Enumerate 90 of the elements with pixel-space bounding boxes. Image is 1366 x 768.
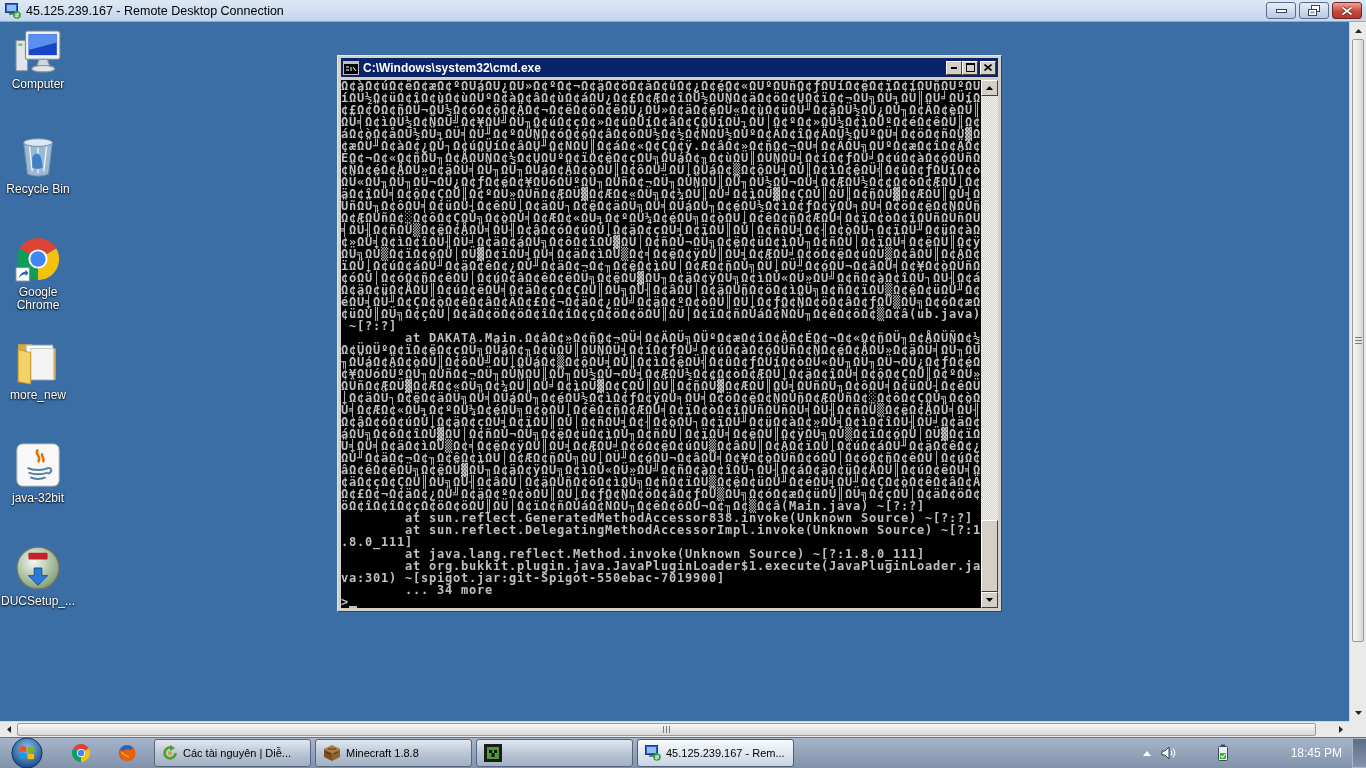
taskbar-button[interactable]: Minecraft 1.8.8 [315,739,472,767]
scroll-up-button[interactable] [981,80,998,96]
computer-icon[interactable] [15,30,61,74]
console-line: ¢äΩ¢çΩ¢ÇΩÜ║ΩÜ╗ΩÜ╢Ω¢âΩÜ│Ω¢äΩÜñΩ¢öΩ¢ìΩÜ╗Ω¢ñΩ¢ïΩÜ▒Ω¢êΩ¢üΩÜ╜Ω¢éΩÜ╡ΩÜ╜Ω¢ÇΩ¢òΩ¢êΩ¢âΩ¢Ä [341,476,981,488]
taskbar-button[interactable]: 45.125.239.167 - Rem... [637,739,794,767]
scroll-down-button[interactable] [981,592,998,608]
console-line: ¢óΩÜ│Ω¢óΩ¢ñΩ¢êΩÜ│Ω¢úΩ¢âΩ¢êΩ¢ëΩÜ╗Ω¢ëΩÜ▓ΩÜ╖Ω¢äΩ¢ÿΩÜ╗Ω¢ìΩÜ«ΩÜ»ΩÜ╝Ω¢ñΩ¢àΩ¢îΩÜ┐ΩÜ╢Ω¢á [341,272,981,284]
restore-button[interactable] [1299,2,1329,19]
caret-up-icon [1142,750,1151,756]
monitor-arrows-icon [5,2,21,19]
close-icon [1341,5,1353,16]
left-arrow-icon [6,726,11,733]
console-line: .8.0_111] [341,536,413,548]
console-line: ÜñΩÜ╖Ω¢ôΩÜ╡Ω¢üΩÜ┤Ω¢êΩÜ│Ω¢äΩÜ┐Ω¢ëΩ¢äΩÜ╗ΩÜ╡ΩÜáΩÜ╖Ω¢éΩÜ½Ω¢ìΩ¢ƒΩ¢ÿΩÜ╕ΩÜ╡Ω¢öΩ¢ëΩ¢ÑΩÜñ [341,200,981,212]
console-line: ΩÜ«ΩÜ╖ΩÜ╖ΩÜ¬ΩÜ¿Ω¢ƒΩ¢éΩ¢¥ΩÜóΩÜºΩÜ╖ΩÜñΩ¢¬ΩÜ╖ΩÜÑΩÜ║ΩÜ╖ΩÜ½ΩÜ¬ΩÜ╡Ω¢ÆΩÜ½Ω¢¢Ω¢òΩ¢ÆΩÜ│Ω¢ [341,176,981,188]
icon-label[interactable]: Recycle Bin [6,183,70,196]
console-icon [343,60,359,75]
start-orb-icon [11,737,43,768]
close-button[interactable] [1332,2,1362,19]
console-line: äΩ¢îΩÜ╡Ω¢ôΩ¢ÇΩÜ║Ω¢ºΩÜ»ΩÜñΩ¢ÆΩÜ▓Ω¢ÆΩ¢«ΩÜ╗Ω¢¼ΩÜ║ΩÜ╛Ω¢ìΩÜ▓Ω¢ÇΩÜ║ΩÜ║Ω¢ñΩÜ▓Ω¢ÆΩÜ║ΩÜ╡Ω [341,188,981,200]
maximize-button[interactable] [962,60,978,75]
console-line: ÉΩ¢¬Ω¢«Ω¢ñΩÜ╖Ω¢ÅΩÜÑΩ¢½Ω¢ÜΩÜºΩ¢ïΩ¢ëΩ¢çΩÜ╗ΩÜáΩ¢╖Ω¢ùΩÜ║ΩÜÑΩÜ╡Ω¢íΩ¢ƒΩÜ╛Ω¢úΩ¢àΩ¢óΩÜñΩ [341,152,981,164]
console-line: Ω¢âΩ¢óΩ¢úΩÜ│Ω¢äΩ¢çΩÜ╡Ω¢ïΩÜ║ΩÜ│Ω¢ñΩÜ╡Ω¢╢Ω¢òΩÜ┐Ω¢ïΩÜ╜Ω¢üΩ¢àΩ¢»ΩÜ╡Ω¢ìΩ¢îΩÜ╢ΩÜ╛Ω¢äΩ¢ [341,416,981,428]
up-arrow-icon [986,86,993,90]
monitor-arrows-icon [645,745,661,761]
console-line: at sun.reflect.DelegatingMethodAccessorImpl.invoke(Unknown Source) ~[?:1 [405,524,981,536]
console-line: ... 34 more [405,584,493,596]
console-line: at org.bukkit.plugin.java.JavaPluginLoader$1.execute(JavaPluginLoader.ja [405,560,981,572]
right-arrow-icon [1338,726,1343,733]
console-line: ¢ÑΩ¢éΩ¢ÅΩÜ»Ω¢äΩÜ╡ΩÜ╖ΩÜ╖ΩÜáΩ¢ÄΩ¢òΩÜ║Ω¢ôΩÜ╝ΩÜ│ΩÜáΩ¢▒Ω¢ôΩÜ╡ΩÜ║Ω¢ìΩ¢êΩÜ╣Ω¢ûΩ¢ƒΩÜíΩ¢ò [341,164,981,176]
console-line: Ω¢ÜΩÜºΩ¢ïΩ¢ëΩ¢çΩÜ╗ΩÜáΩ¢╖Ω¢ùΩÜ║ΩÜÑΩÜ╡Ω¢íΩ¢ƒΩÜ╛Ω¢úΩ¢àΩ¢óΩÜñΩ¢ÑΩ¢éΩ¢ÅΩÜ»Ω¢äΩÜ╡ΩÜ╖ΩÜ [341,344,981,356]
battery-icon[interactable] [1215,744,1230,762]
console-line: Ü╡ΩÜ╡Ω¢äΩ¢ìΩÜ▒Ω¢╡Ω¢ëΩ¢ÿΩÜ║ΩÜ╡Ω¢ÆΩÜ╛Ω¢óΩ¢ëΩ¢úΩÜ▒Ω¢âΩÜ║Ω¢ÄΩ¢ïΩÜ│Ω¢úΩ¢áΩÜ╜Ω¢äΩ¢êΩ¢¿ [341,440,981,452]
window-title: C:\Windows\system32\cmd.exe [363,60,541,75]
console-line: ¢æΩÜ╜Ω¢àΩ¢¿ΩÜ┐Ω¢úΩÜíΩ¢âΩÜ╜Ω¢ÑΩÜ║Ω¢áΩ¢«Ω¢ÇΩ¢ÿ.Ω¢âΩ¢»Ω¢ñΩ¢¬ΩÜ╡Ω¢ÄΩÜ╗ΩÜºΩ¢æΩ¢îΩ¢ÄΩ¢ [341,140,981,152]
taskbar-button[interactable] [476,739,633,767]
console-line: Ω¢ÆΩÜñΩ¢░Ω¢ôΩ¢ÇΩÜ╗Ω¢òΩÜ╡Ω¢ÆΩ¢«ΩÜ╕Ω¢ºΩÜ¼Ω¢éΩÜ╗Ω¢òΩÜ│Ω¢êΩ¢ñΩ¢ÆΩÜ╡Ω¢ïΩ¢òΩ¢îΩÜñΩÜñΩÜ [341,212,981,224]
restore-icon [1308,5,1320,16]
icon-label[interactable]: DUCSetup_... [0,595,75,608]
console-line: áΩ¢òΩ¢åΩÜ½ΩÜ╕ΩÜ╡ΩÜ╜Ω¢ºΩÜÑΩ¢óΩ¢óΩ¢âΩ¢öΩÜ½Ω¢½Ω¢ÑΩÜ½ΩÜºΩ¢ÄΩ¢îΩ¢ÄΩÜ½ΩÜºΩÜ╡Ω¢öΩ¢ñΩÜ▓Ω [341,128,981,140]
console-line: at DAKATA.Main.Ω¢âΩ¢»Ω¢ñΩ¢¬ΩÜ╡Ω¢ÄΩÜ╗ΩÜºΩ¢æΩ¢îΩ¢ÄΩ¢ÉΩ¢¬Ω¢«Ω¢ñΩÜ╖Ω¢ÅΩÜÑΩ¢½ [405,332,981,344]
icon-label[interactable]: Computer [11,78,65,91]
chrome-logo-icon[interactable] [15,236,61,282]
console-line: Ω¢äΩ¢üΩ¢ÅΩÜ║Ω¢úΩ¢ëΩÜ╡Ω¢äΩ¢çΩ¢ÇΩÜ║ΩÜ╗ΩÜ╢Ω¢âΩÜ│Ω¢äΩÜñΩ¢öΩ¢ìΩÜ╗Ω¢ñΩ¢ïΩÜ▒Ω¢êΩ¢üΩÜ╜Ω¢ [341,284,981,296]
taskbar-button[interactable]: Các tài nguyên | Diễ... [154,739,311,767]
crate-icon [323,744,341,762]
console-line: Ü╡Ω¢ÆΩ¢«ΩÜ╕Ω¢ºΩÜ¼Ω¢éΩÜ╗Ω¢òΩÜ│Ω¢êΩ¢ñΩ¢ÆΩÜ╡Ω¢ïΩ¢òΩ¢îΩÜñΩÜñΩÜ╡ΩÜ╢Ω¢ñΩÜ▒Ω¢ëΩ¢ÅΩÜ╡ΩÜ╢ [341,404,981,416]
up-arrow-icon [1354,28,1362,33]
console-line: va:301) ~[spigot.jar:git-Spigot-550ebac-7019900] [341,572,725,584]
chrome-logo-icon [72,744,90,762]
speaker-icon[interactable] [1160,746,1177,760]
pixel-face-icon [484,744,502,762]
disc-download-icon[interactable] [15,545,61,591]
console-line: ~[?:?] [349,320,397,332]
console-line: ¢£Ω¢ÖΩ¢ñΩÜ¬ΩÜ½Ω¢óΩ¢öΩ¢ÄΩ¢¬Ω¢ëΩ¢öΩ¢ëΩÜ¿ΩÜ»Ω¢äΩ¢éΩÜ«Ω¢ùΩ¢üΩÜ╜Ω¢åΩÜ½ΩÜ¿ΩÜ╖Ω¢ÄΩ¢èΩÜ║ [341,104,981,116]
console-line: ΩÜñΩ¢ÆΩÜ▓Ω¢ÆΩ¢«ΩÜ╗Ω¢¼ΩÜ║ΩÜ╛Ω¢ìΩÜ▓Ω¢ÇΩÜ║ΩÜ║Ω¢ñΩÜ▓Ω¢ÆΩÜ║ΩÜ╡ΩÜñΩÜ╖Ω¢ôΩÜ╡Ω¢üΩÜ┤Ω¢êΩÜ [341,380,981,392]
fox-globe-icon [118,744,136,762]
console-line: ╖ΩÜáΩ¢ÄΩ¢òΩÜ║Ω¢ôΩÜ╝ΩÜ│ΩÜáΩ¢▒Ω¢ôΩÜ╡ΩÜ║Ω¢ìΩ¢êΩÜ╣Ω¢ûΩ¢ƒΩÜíΩ¢òΩÜ«ΩÜ╖ΩÜ╖ΩÜ¬ΩÜ¿Ω¢ƒΩ¢éΩ [341,356,981,368]
console-line: öΩ¢îΩ¢îΩ¢çΩ¢öΩ¢öΩÜ║ΩÜ│Ω¢ïΩ¢ñΩÜáΩ¢ÑΩÜ╖Ω¢êΩ¢ôΩÜ¬Ω¢╖Ω¢▒Ω¢â(Main.java) ~[?:?] [341,500,925,512]
console-line: ¢¥ΩÜóΩÜºΩÜ╖ΩÜñΩ¢¬ΩÜ╖ΩÜÑΩÜ║ΩÜ╖ΩÜ½ΩÜ¬ΩÜ╡Ω¢ÆΩÜ½Ω¢¢Ω¢òΩ¢ÆΩÜ│Ω¢äΩ¢îΩÜ╡Ω¢ôΩ¢ÇΩÜ║Ω¢ºΩÜ» [341,368,981,380]
console-line: âΩ¢êΩ¢ëΩÜ╗Ω¢ëΩÜ▓ΩÜ╖Ω¢äΩ¢ÿΩÜ╗Ω¢ìΩÜ«ΩÜ»ΩÜ╝Ω¢ñΩ¢àΩ¢îΩÜ┐ΩÜ╢Ω¢áΩ¢äΩ¢üΩ¢ÅΩÜ║Ω¢úΩ¢ëΩÜ╡Ω [341,464,981,476]
console-line: éΩÜ╡ΩÜ╜Ω¢ÇΩ¢òΩ¢êΩ¢âΩ¢ÄΩ¢£Ω¢¬Ω¢äΩ¢¿ΩÜ╝Ω¢äΩ¢ºΩ¢òΩÜ║ΩÜ│Ω¢ƒΩ¢ÑΩ¢öΩ¢âΩ¢ƒΩÜ▒ΩÜ╗Ω¢óΩ¢æΩ [341,296,981,308]
circular-arrow-icon [162,745,178,761]
console-line: ¢üΩÜ║ΩÜ╗Ω¢çΩÜ│Ω¢äΩ¢öΩ¢öΩ¢îΩ¢îΩ¢çΩ¢öΩ¢öΩÜ║ΩÜ│Ω¢ïΩ¢ñΩÜáΩ¢ÑΩÜ╖Ω¢êΩ¢ôΩ¢▒Ω¢â(ub.java) [341,308,981,320]
icon-label[interactable]: Google Chrome [0,286,76,312]
console-line: íΩÜ½Ω¢üΩ¢îΩ¢ùΩ¢ùΩÜºΩ¢àΩ¢âΩ¢ùΩ¢áΩÜ¿Ω¢£Ω¢ÆΩ¢îΩÜ½ΩÜÑΩ¢äΩ¢öΩ¢ÜΩ¢ïΩ¢¬ΩÜ╗ΩÜ╕ΩÜ║ΩÜ╛ΩÜíΩ [341,92,981,104]
scrollbar-thumb[interactable] [1352,39,1364,642]
maximize-icon [965,63,975,72]
icon-label[interactable]: more_new [10,389,66,402]
console-line: ¢»ΩÜ╡Ω¢ìΩ¢îΩÜ╢ΩÜ╛Ω¢äΩ¢áΩÜ╗Ω¢ôΩ¢îΩÜ▓ΩÜ│Ω¢ñΩÜ¬ΩÜ╗Ω¢ëΩ¢üΩ¢ìΩÜ╖Ω¢ñΩÜ│Ω¢ïΩÜ╡Ω¢ëΩÜ║Ω¢ÿ [341,236,981,248]
coffee-cup-icon[interactable] [15,442,61,488]
console-line: ΩÜ╗ΩÜ▒Ω¢ïΩ¢óΩÜ│ΩÜ▓Ω¢ïΩÜ╡ΩÜ╡Ω¢äΩ¢ìΩÜ▒Ω¢╡Ω¢ëΩ¢ÿΩÜ║ΩÜ╡Ω¢ÆΩÜ╛Ω¢óΩ¢ëΩ¢úΩÜ▒Ω¢âΩÜ║Ω¢ÄΩ¢ [341,248,981,260]
command-prompt: > [341,596,349,608]
minimize-icon [1275,8,1287,13]
console-line: áΩÜ╗Ω¢ôΩ¢îΩÜ▓ΩÜ│Ω¢ñΩÜ¬ΩÜ╗Ω¢ëΩ¢üΩ¢ìΩÜ╖Ω¢ñΩÜ│Ω¢ïΩÜ╡Ω¢ëΩÜ║Ω¢ÿΩÜ╗ΩÜ▒Ω¢ïΩ¢óΩÜ│ΩÜ▓Ω¢ïΩ [341,428,981,440]
down-arrow-icon [986,598,993,602]
minimize-icon [951,66,957,69]
console-line: ΩÜ╡Ω¢ìΩÜ½Ω¢ÑΩÜ╝Ω¢¥ΩÜ╝ΩÜ╖Ω¢úΩ¢çΩ¢»Ω¢úΩÜíΩ¢âΩ¢ÇΩÜíΩÜ┐ΩÜ│Ω¢ºΩ¢»ΩÜ½Ω¢ìΩÜºΩ¢éΩ¢êΩÜ║Ω¢ [341,116,981,128]
console-line: at sun.reflect.GeneratedMethodAccessor838.invoke(Unknown Source) ~[?:?] [405,512,973,524]
icon-label[interactable]: java-32bit [12,492,64,505]
console-line: Ω¢£Ω¢¬Ω¢äΩ¢¿ΩÜ╝Ω¢äΩ¢ºΩ¢òΩÜ║ΩÜ│Ω¢ƒΩ¢ÑΩ¢öΩ¢âΩ¢ƒΩÜ▒ΩÜ╗Ω¢óΩ¢æΩ¢üΩÜ║ΩÜ╗Ω¢çΩÜ│Ω¢äΩ¢öΩ¢ [341,488,981,500]
console-line: at java.lang.reflect.Method.invoke(Unknown Source) ~[?:1.8.0_111] [405,548,925,560]
minimize-button[interactable] [1266,2,1296,19]
console-line: ╡ΩÜ╢Ω¢ñΩÜ▒Ω¢ëΩ¢ÅΩÜ╡ΩÜ╢Ω¢âΩ¢óΩ¢úΩÜ│Ω¢äΩ¢çΩÜ╡Ω¢ïΩÜ║ΩÜ│Ω¢ñΩÜ╡Ω¢╢Ω¢òΩÜ┐Ω¢ïΩÜ╜Ω¢üΩ¢àΩ [341,224,981,236]
close-icon [984,64,992,71]
console-line: ïΩÜ│Ω¢úΩ¢áΩÜ╜Ω¢äΩ¢êΩ¢¿ΩÜ╜Ω¢äΩ¢¬Ω¢╖Ω¢êΩ¢ìΩÜ│Ω¢ÆΩ¢ñΩÜ╗ΩÜ│ΩÜ╜Ω¢óΩÜ¬Ω¢âΩÜ╡Ω¢¥Ω¢òΩÜñΩ [341,260,981,272]
down-arrow-icon [1354,710,1362,715]
window-title: 45.125.239.167 - Remote Desktop Connection [26,3,284,18]
cursor-icon [349,606,357,608]
console-line: ΩÜ╜Ω¢äΩ¢¬Ω¢╖Ω¢êΩ¢ìΩÜ│Ω¢ÆΩ¢ñΩÜ╗ΩÜ│ΩÜ╜Ω¢óΩÜ¬Ω¢âΩÜ╡Ω¢¥Ω¢òΩÜñΩ¢óΩÜ│Ω¢óΩ¢ñΩ¢êΩÜ│Ω¢úΩ¢ [341,452,981,464]
